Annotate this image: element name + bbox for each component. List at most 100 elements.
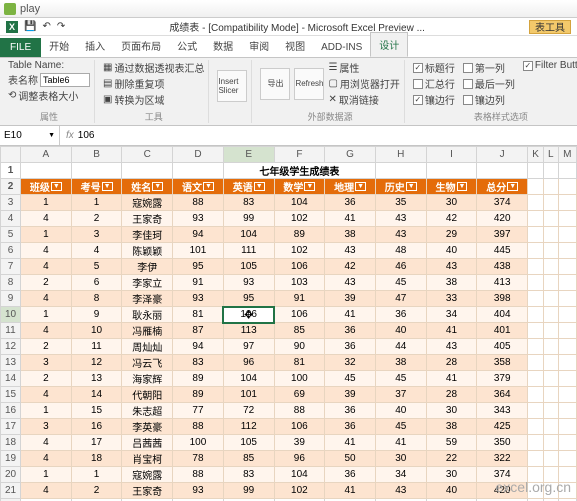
cell[interactable]: 35 bbox=[375, 195, 426, 211]
cell[interactable]: 4 bbox=[21, 435, 72, 451]
cell[interactable]: 96 bbox=[223, 355, 274, 371]
total-row-checkbox[interactable] bbox=[413, 79, 423, 89]
row-header[interactable]: 15 bbox=[1, 387, 21, 403]
cell[interactable]: 36 bbox=[325, 339, 376, 355]
cell[interactable]: 105 bbox=[223, 259, 274, 275]
row-header[interactable]: 8 bbox=[1, 275, 21, 291]
cell[interactable]: 100 bbox=[173, 435, 224, 451]
cell[interactable]: 4 bbox=[71, 243, 122, 259]
table-column-header[interactable]: 总分▼ bbox=[477, 179, 528, 195]
col-header[interactable]: H bbox=[375, 147, 426, 163]
cell[interactable]: 77 bbox=[173, 403, 224, 419]
tab-data[interactable]: 数据 bbox=[205, 34, 241, 57]
resize-table-button[interactable]: ⟲ 调整表格大小 bbox=[8, 88, 90, 103]
row-header[interactable]: 3 bbox=[1, 195, 21, 211]
cell[interactable]: 102 bbox=[274, 211, 325, 227]
cell[interactable]: 18 bbox=[71, 451, 122, 467]
cell[interactable]: 41 bbox=[325, 483, 376, 499]
cell[interactable]: 30 bbox=[426, 403, 477, 419]
row-header[interactable]: 13 bbox=[1, 355, 21, 371]
cell[interactable]: 101 bbox=[173, 243, 224, 259]
cell[interactable]: 41 bbox=[325, 435, 376, 451]
cell[interactable]: 36 bbox=[375, 307, 426, 323]
export-button[interactable]: 导出 bbox=[260, 68, 290, 100]
cell[interactable]: 404 bbox=[477, 307, 528, 323]
last-col-checkbox[interactable] bbox=[463, 79, 473, 89]
cell[interactable]: 37 bbox=[375, 387, 426, 403]
cell[interactable]: 耿永丽 bbox=[122, 307, 173, 323]
cell[interactable]: 朱志超 bbox=[122, 403, 173, 419]
cell[interactable]: 38 bbox=[426, 419, 477, 435]
cell[interactable]: 39 bbox=[325, 387, 376, 403]
cell[interactable]: 81 bbox=[173, 307, 224, 323]
cell[interactable]: 41 bbox=[375, 435, 426, 451]
row-header[interactable]: 7 bbox=[1, 259, 21, 275]
row-header[interactable]: 18 bbox=[1, 435, 21, 451]
row-header[interactable]: 2 bbox=[1, 179, 21, 195]
unlink-button[interactable]: ✕ 取消链接 bbox=[328, 92, 399, 107]
cell[interactable]: 4 bbox=[21, 291, 72, 307]
cell[interactable]: 103 bbox=[274, 275, 325, 291]
qat-save-icon[interactable]: 💾 bbox=[24, 21, 36, 32]
cell[interactable]: 93 bbox=[223, 275, 274, 291]
cell[interactable]: 30 bbox=[426, 195, 477, 211]
col-header[interactable] bbox=[1, 147, 21, 163]
row-header[interactable]: 9 bbox=[1, 291, 21, 307]
cell[interactable]: 397 bbox=[477, 227, 528, 243]
cell[interactable]: 34 bbox=[426, 307, 477, 323]
cell[interactable]: 8 bbox=[71, 291, 122, 307]
cell[interactable]: 91 bbox=[173, 275, 224, 291]
cell[interactable]: 405 bbox=[477, 339, 528, 355]
cell[interactable]: 89 bbox=[173, 387, 224, 403]
cell[interactable]: 99 bbox=[223, 211, 274, 227]
cell[interactable]: 113 bbox=[223, 323, 274, 339]
cell[interactable]: 33 bbox=[426, 291, 477, 307]
cell[interactable]: 40 bbox=[375, 403, 426, 419]
cell[interactable]: 29 bbox=[426, 227, 477, 243]
cell[interactable]: 42 bbox=[426, 211, 477, 227]
cell[interactable]: 93 bbox=[173, 483, 224, 499]
cell[interactable]: 冯雁楠 bbox=[122, 323, 173, 339]
cell[interactable]: 李伊 bbox=[122, 259, 173, 275]
cell[interactable]: 17 bbox=[71, 435, 122, 451]
cell[interactable]: 李泽豪 bbox=[122, 291, 173, 307]
cell[interactable]: 30 bbox=[375, 451, 426, 467]
cell[interactable]: 2 bbox=[71, 211, 122, 227]
cell[interactable]: 4 bbox=[21, 259, 72, 275]
name-box[interactable]: E10▼ bbox=[0, 126, 60, 145]
cell[interactable]: 4 bbox=[21, 323, 72, 339]
cell[interactable]: 100 bbox=[274, 371, 325, 387]
cell[interactable]: 寇婉露 bbox=[122, 467, 173, 483]
cell[interactable]: 420 bbox=[477, 211, 528, 227]
col-header[interactable]: I bbox=[426, 147, 477, 163]
cell[interactable]: 1 bbox=[21, 195, 72, 211]
cell[interactable]: 1 bbox=[71, 195, 122, 211]
worksheet-grid[interactable]: ABCDEFGHIJKLM1七年级学生成绩表2班级▼考号▼姓名▼语文▼英语▼数学… bbox=[0, 146, 577, 501]
cell[interactable]: 42 bbox=[325, 259, 376, 275]
banded-row-checkbox[interactable]: ✓ bbox=[413, 95, 423, 105]
cell[interactable]: 寇婉露 bbox=[122, 195, 173, 211]
cell[interactable]: 39 bbox=[325, 291, 376, 307]
tab-review[interactable]: 审阅 bbox=[241, 34, 277, 57]
cell[interactable]: 2 bbox=[71, 483, 122, 499]
cell[interactable]: 72 bbox=[223, 403, 274, 419]
cell[interactable]: 3 bbox=[21, 419, 72, 435]
cell[interactable]: 89 bbox=[173, 371, 224, 387]
cell[interactable]: 41 bbox=[426, 371, 477, 387]
col-header[interactable]: J bbox=[477, 147, 528, 163]
cell[interactable]: 14 bbox=[71, 387, 122, 403]
cell[interactable]: 379 bbox=[477, 371, 528, 387]
cell[interactable]: 4 bbox=[21, 211, 72, 227]
col-header[interactable]: A bbox=[21, 147, 72, 163]
row-header[interactable]: 4 bbox=[1, 211, 21, 227]
tab-design[interactable]: 设计 bbox=[370, 32, 408, 57]
cell[interactable]: 45 bbox=[325, 371, 376, 387]
table-column-header[interactable]: 地理▼ bbox=[325, 179, 376, 195]
cell[interactable]: 102 bbox=[274, 483, 325, 499]
cell[interactable]: 1 bbox=[21, 227, 72, 243]
cell[interactable]: 2 bbox=[21, 339, 72, 355]
cell[interactable]: 王家奇 bbox=[122, 211, 173, 227]
cell[interactable]: 王家奇 bbox=[122, 483, 173, 499]
header-row-checkbox[interactable]: ✓ bbox=[413, 63, 423, 73]
cell[interactable]: 9 bbox=[71, 307, 122, 323]
